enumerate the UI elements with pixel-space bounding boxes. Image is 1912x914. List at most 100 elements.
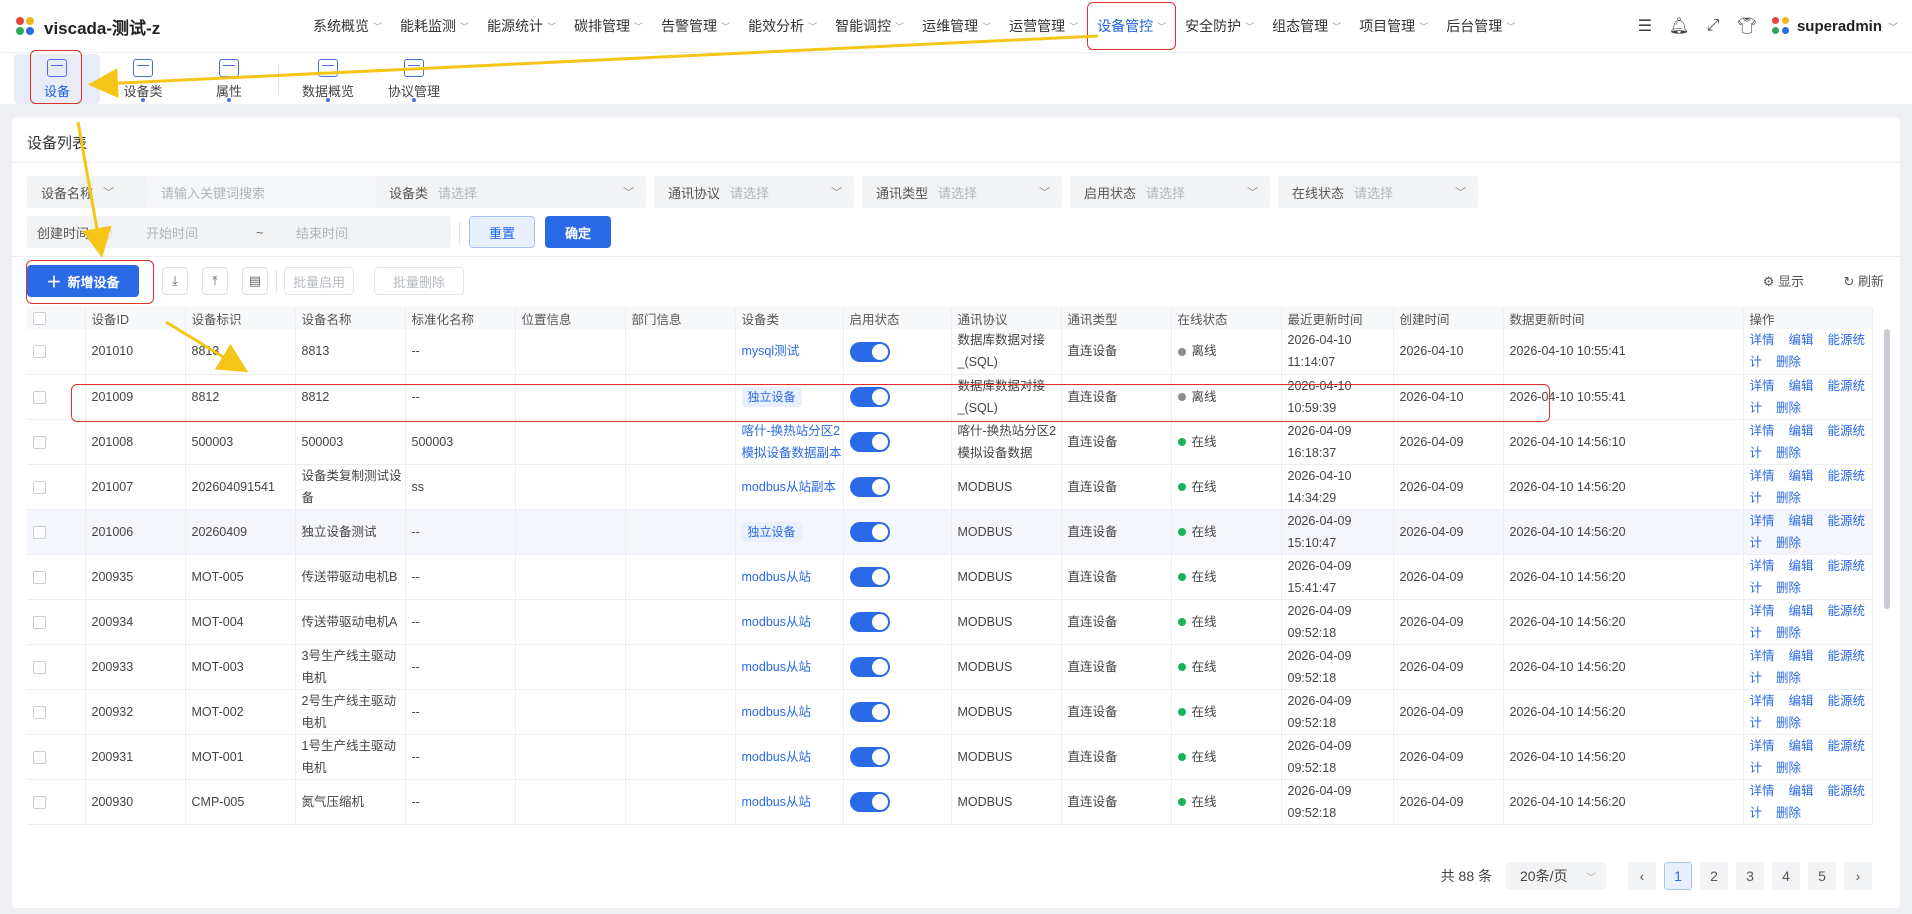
enable-toggle[interactable] [849,657,890,678]
confirm-button[interactable]: 确定 [545,216,611,248]
device-class-link[interactable]: mysql测试 [742,344,800,358]
table-row[interactable]: 201008 500003 500003 500003 喀什-换热站分区2模拟设备数据副… [27,419,1873,465]
row-checkbox[interactable] [33,660,46,674]
action-3-link[interactable]: 删除 [1776,355,1801,369]
action-0-link[interactable]: 详情 [1750,694,1775,708]
table-row[interactable]: 201009 8812 8812 -- 独立设备 数据库数据对接_(SQL) 直连设备 离线 2… [27,374,1873,420]
row-checkbox[interactable] [33,345,46,359]
row-checkbox[interactable] [33,480,46,494]
table-scrollbar[interactable] [1884,329,1890,609]
nav-item-5[interactable]: 能效分析 ﹀ [739,0,826,52]
online-state-select[interactable]: 在线状态 请选择 ﹀ [1278,176,1478,208]
action-1-link[interactable]: 编辑 [1789,739,1814,753]
action-3-link[interactable]: 删除 [1776,491,1801,505]
action-0-link[interactable]: 详情 [1750,604,1775,618]
table-row[interactable]: 200935 MOT-005 传送带驱动电机B -- modbus从站 MODBUS 直连设… [27,554,1873,600]
upload-icon[interactable]: ⤒ [202,267,228,295]
document-icon[interactable]: ▤ [242,267,268,295]
page-size-select[interactable]: 20条/页 ﹀ [1506,862,1606,890]
enable-toggle[interactable] [849,792,890,813]
device-class-link[interactable]: modbus从站 [742,795,811,809]
action-0-link[interactable]: 详情 [1750,784,1775,798]
nav-item-8[interactable]: 运营管理 ﹀ [1000,0,1087,52]
enable-toggle[interactable] [849,522,890,543]
action-1-link[interactable]: 编辑 [1789,379,1814,393]
page-button[interactable]: 1 [1664,862,1692,890]
bell-icon[interactable]: 🔔︎ [1669,16,1689,36]
action-3-link[interactable]: 删除 [1776,716,1801,730]
download-icon[interactable]: ⤓ [162,267,188,295]
action-1-link[interactable]: 编辑 [1789,604,1814,618]
action-0-link[interactable]: 详情 [1750,424,1775,438]
device-class-link[interactable]: modbus从站 [742,660,811,674]
add-device-button[interactable]: ＋ 新增设备 [27,265,139,297]
action-1-link[interactable]: 编辑 [1789,694,1814,708]
enable-toggle[interactable] [849,747,890,768]
batch-enable-button[interactable]: 批量启用 [284,267,354,295]
enable-toggle[interactable] [849,387,890,408]
device-class-link[interactable]: modbus从站 [742,705,811,719]
action-0-link[interactable]: 详情 [1750,469,1775,483]
keyword-search-input[interactable]: 请输入关键词搜索 [147,176,379,208]
next-page-button[interactable]: › [1844,862,1872,890]
action-3-link[interactable]: 删除 [1776,626,1801,640]
action-1-link[interactable]: 编辑 [1789,469,1814,483]
subtab-2[interactable]: 属性 [186,54,272,104]
action-0-link[interactable]: 详情 [1750,379,1775,393]
action-3-link[interactable]: 删除 [1776,671,1801,685]
action-1-link[interactable]: 编辑 [1789,333,1814,347]
action-1-link[interactable]: 编辑 [1789,514,1814,528]
action-0-link[interactable]: 详情 [1750,559,1775,573]
action-0-link[interactable]: 详情 [1750,514,1775,528]
enable-toggle[interactable] [849,702,890,723]
enable-toggle[interactable] [849,567,890,588]
nav-item-10[interactable]: 安全防护 ﹀ [1176,0,1263,52]
action-0-link[interactable]: 详情 [1750,649,1775,663]
device-class-select[interactable]: 设备类 请选择 ﹀ [375,176,646,208]
protocol-select[interactable]: 通讯协议 请选择 ﹀ [654,176,854,208]
list-icon[interactable]: ☰ [1635,16,1655,36]
device-class-link[interactable]: modbus从站副本 [742,480,836,494]
nav-item-1[interactable]: 能耗监测 ﹀ [391,0,478,52]
comm-type-select[interactable]: 通讯类型 请选择 ﹀ [862,176,1062,208]
enable-toggle[interactable] [849,341,890,362]
fullscreen-icon[interactable]: ⤢ [1703,16,1723,36]
action-1-link[interactable]: 编辑 [1789,559,1814,573]
nav-item-12[interactable]: 项目管理 ﹀ [1350,0,1437,52]
action-1-link[interactable]: 编辑 [1789,784,1814,798]
row-checkbox[interactable] [33,525,46,539]
table-row[interactable]: 200931 MOT-001 1号生产线主驱动电机 -- modbus从站 MODBUS 直… [27,734,1873,780]
select-all-checkbox[interactable] [33,312,46,326]
device-class-link[interactable]: modbus从站 [742,750,811,764]
table-row[interactable]: 201006 20260409 独立设备测试 -- 独立设备 MODBUS 直连设备 在线 20… [27,509,1873,555]
nav-item-11[interactable]: 组态管理 ﹀ [1263,0,1350,52]
row-checkbox[interactable] [33,435,46,449]
table-row[interactable]: 200930 CMP-005 氮气压缩机 -- modbus从站 MODBUS 直连设备 在线… [27,779,1873,825]
row-checkbox[interactable] [33,615,46,629]
device-class-link[interactable]: modbus从站 [742,570,811,584]
table-row[interactable]: 200933 MOT-003 3号生产线主驱动电机 -- modbus从站 MODBUS 直… [27,644,1873,690]
action-3-link[interactable]: 删除 [1776,806,1801,820]
row-checkbox[interactable] [33,570,46,584]
row-checkbox[interactable] [33,750,46,764]
action-3-link[interactable]: 删除 [1776,536,1801,550]
brand[interactable]: viscada-测试-z [14,14,304,39]
page-button[interactable]: 4 [1772,862,1800,890]
enable-toggle[interactable] [849,477,890,498]
table-row[interactable]: 200934 MOT-004 传送带驱动电机A -- modbus从站 MODBUS 直连设… [27,599,1873,645]
action-1-link[interactable]: 编辑 [1789,424,1814,438]
refresh-button[interactable]: ↻ 刷新 [1843,271,1884,290]
display-columns-button[interactable]: ⚙ 显示 [1763,271,1804,290]
device-class-link[interactable]: modbus从站 [742,615,811,629]
action-3-link[interactable]: 删除 [1776,581,1801,595]
nav-item-4[interactable]: 告警管理 ﹀ [652,0,739,52]
row-checkbox[interactable] [33,390,46,404]
action-3-link[interactable]: 删除 [1776,761,1801,775]
nav-item-9[interactable]: 设备管控 ﹀ [1087,2,1177,50]
page-button[interactable]: 2 [1700,862,1728,890]
table-row[interactable]: 201007 202604091541 设备类复制测试设备 ss modbus从站副本 M… [27,464,1873,510]
action-0-link[interactable]: 详情 [1750,739,1775,753]
action-1-link[interactable]: 编辑 [1789,649,1814,663]
user-menu[interactable]: superadmin ﹀ [1771,16,1898,36]
created-time-range[interactable]: 创建时间 ⓘ 开始时间 ~ 结束时间 [27,216,451,248]
